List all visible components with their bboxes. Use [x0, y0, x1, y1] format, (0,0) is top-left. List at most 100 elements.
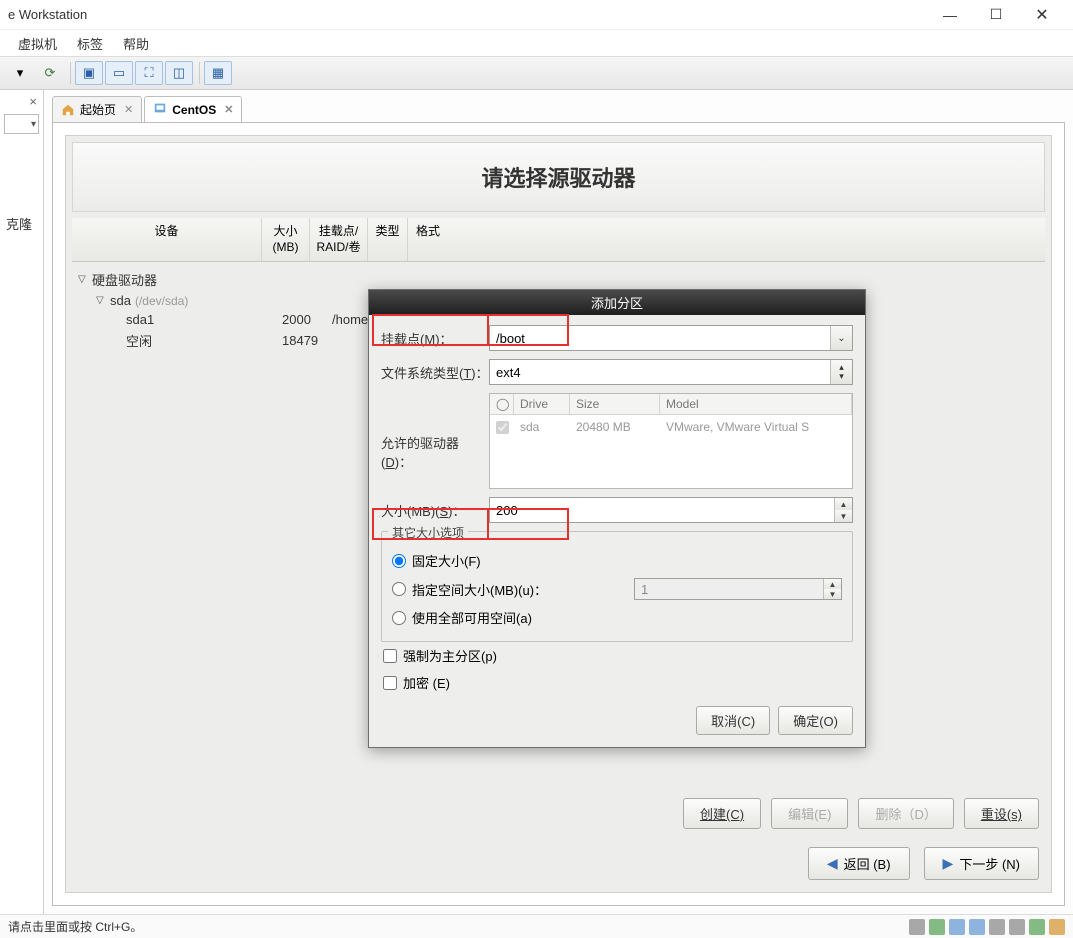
spin-down-icon: ▼ [824, 589, 841, 599]
tray-display-icon[interactable] [1029, 919, 1045, 935]
drive-name: sda [514, 417, 570, 437]
drive-row-sda[interactable]: sda 20480 MB VMware, VMware Virtual S [490, 415, 852, 439]
drive-size: 20480 MB [570, 417, 660, 437]
tree-label: 空闲 [126, 331, 152, 350]
toolbar-thumb-icon[interactable]: ▦ [204, 61, 232, 85]
tray-net-icon[interactable] [949, 919, 965, 935]
reset-button[interactable]: 重设(s) [964, 798, 1039, 829]
ok-button[interactable]: 确定(O) [778, 706, 853, 735]
upto-spinner: ▲▼ [634, 578, 842, 600]
toolbar-dropdown-icon[interactable]: ▾ [6, 61, 34, 85]
col-drive[interactable]: Drive [514, 394, 570, 414]
checkbox-primary-row[interactable]: 强制为主分区(p) [381, 642, 853, 669]
radio-upto[interactable]: 指定空间大小(MB)(u)： ▲▼ [392, 574, 842, 604]
expand-icon[interactable]: ▽ [96, 295, 110, 306]
fstype-combo[interactable]: ▴▾ [489, 359, 853, 385]
tab-centos-close-icon[interactable]: ✕ [224, 103, 233, 116]
size-spinner[interactable]: ▲▼ [489, 497, 853, 523]
window-close-button[interactable]: ✕ [1019, 0, 1065, 30]
library-close-icon[interactable]: × [29, 94, 37, 109]
window-title: e Workstation [8, 7, 927, 22]
tree-label: sda1 [126, 312, 154, 327]
cell-mount: /home [332, 312, 368, 327]
toolbar-view1-icon[interactable]: ▣ [75, 61, 103, 85]
tree-dev-path: (/dev/sda) [135, 294, 188, 308]
tab-home-label: 起始页 [80, 101, 116, 118]
menu-vm[interactable]: 虚拟机 [8, 31, 67, 56]
toolbar-unity-icon[interactable]: ◫ [165, 61, 193, 85]
size-input[interactable] [490, 498, 834, 522]
fstype-input[interactable] [490, 360, 830, 384]
partition-buttons: 创建(C) 编辑(E) 删除（D） 重设(s) [66, 788, 1051, 839]
col-type[interactable]: 类型 [368, 218, 408, 261]
size-options-fieldset: 其它大小选项 固定大小(F) 指定空间大小(MB)(u)： [381, 531, 853, 642]
library-pane: × ▾ 克隆 [0, 90, 44, 914]
toolbar-view2-icon[interactable]: ▭ [105, 61, 133, 85]
tab-strip: 起始页 ✕ CentOS ✕ [52, 96, 1065, 122]
tray-cd-icon[interactable] [929, 919, 945, 935]
chevron-down-icon[interactable]: ⌄ [830, 326, 852, 350]
arrow-right-icon: ▶ [943, 855, 954, 872]
radio-all-label: 使用全部可用空间(a) [412, 608, 532, 627]
tray-message-icon[interactable] [1049, 919, 1065, 935]
toolbar-refresh-icon[interactable]: ⟳ [36, 61, 64, 85]
radio-fixed-input[interactable] [392, 554, 406, 568]
col-mount[interactable]: 挂载点/ RAID/卷 [310, 218, 368, 261]
drives-header: ◯ Drive Size Model [490, 394, 852, 415]
cell-size: 18479 [282, 333, 318, 348]
checkbox-encrypt[interactable] [383, 676, 397, 690]
checkbox-encrypt-row[interactable]: 加密 (E) [381, 669, 853, 696]
window-minimize-button[interactable]: — [927, 0, 973, 30]
fstype-label: 文件系统类型(T)： [381, 363, 489, 382]
size-label: 大小(MB)(S)： [381, 501, 489, 520]
toolbar-separator2 [199, 62, 200, 84]
tab-home-close-icon[interactable]: ✕ [124, 103, 133, 116]
radio-all[interactable]: 使用全部可用空间(a) [392, 604, 842, 631]
col-format[interactable]: 格式 [408, 218, 448, 261]
checkbox-primary[interactable] [383, 649, 397, 663]
size-options-legend: 其它大小选项 [388, 524, 468, 541]
device-table-header: 设备 大小 (MB) 挂载点/ RAID/卷 类型 格式 [72, 218, 1045, 262]
library-dropdown[interactable]: ▾ [4, 114, 39, 134]
tray-sound-icon[interactable] [989, 919, 1005, 935]
status-text: 请点击里面或按 Ctrl+G。 [8, 918, 142, 935]
tab-centos[interactable]: CentOS ✕ [144, 96, 242, 122]
tab-content: 请选择源驱动器 设备 大小 (MB) 挂载点/ RAID/卷 类型 格式 ▽ 硬… [52, 122, 1065, 906]
tree-row-harddrives[interactable]: ▽ 硬盘驱动器 [72, 268, 1045, 291]
tray-usb-icon[interactable] [969, 919, 985, 935]
radio-upto-input[interactable] [392, 582, 406, 596]
create-button[interactable]: 创建(C) [683, 798, 761, 829]
window-maximize-button[interactable]: ☐ [973, 0, 1019, 30]
mountpoint-input[interactable] [490, 326, 830, 350]
mountpoint-combo[interactable]: ⌄ [489, 325, 853, 351]
drives-list[interactable]: ◯ Drive Size Model sda 20480 MB [489, 393, 853, 489]
add-partition-dialog: 添加分区 挂载点(M)： ⌄ 文件系统 [368, 289, 866, 748]
spin-up-icon[interactable]: ▲ [835, 498, 852, 510]
vm-icon [153, 101, 167, 118]
col-check[interactable]: ◯ [490, 394, 514, 414]
cancel-button[interactable]: 取消(C) [696, 706, 770, 735]
menu-help[interactable]: 帮助 [113, 31, 159, 56]
window-titlebar: e Workstation — ☐ ✕ [0, 0, 1073, 30]
row-drives: 允许的驱动器(D)： ◯ Drive Size Model [381, 393, 853, 489]
tab-home[interactable]: 起始页 ✕ [52, 96, 142, 122]
radio-fixed[interactable]: 固定大小(F) [392, 547, 842, 574]
updown-icon[interactable]: ▴▾ [830, 360, 852, 384]
tray-printer-icon[interactable] [1009, 919, 1025, 935]
col-size[interactable]: 大小 (MB) [262, 218, 310, 261]
col-model[interactable]: Model [660, 394, 852, 414]
spin-down-icon[interactable]: ▼ [835, 510, 852, 522]
drives-label: 允许的驱动器(D)： [381, 393, 489, 471]
nav-buttons: ◀返回 (B) ▶下一步 (N) [66, 839, 1051, 892]
toolbar-fullscreen-icon[interactable]: ⛶ [135, 61, 163, 85]
back-button[interactable]: ◀返回 (B) [808, 847, 910, 880]
tray-disk-icon[interactable] [909, 919, 925, 935]
radio-all-input[interactable] [392, 611, 406, 625]
status-bar: 请点击里面或按 Ctrl+G。 [0, 914, 1073, 938]
col-device[interactable]: 设备 [72, 218, 262, 261]
next-button[interactable]: ▶下一步 (N) [924, 847, 1039, 880]
menu-tags[interactable]: 标签 [67, 31, 113, 56]
checkbox-primary-label: 强制为主分区(p) [403, 646, 497, 665]
col-drive-size[interactable]: Size [570, 394, 660, 414]
expand-icon[interactable]: ▽ [78, 274, 92, 285]
